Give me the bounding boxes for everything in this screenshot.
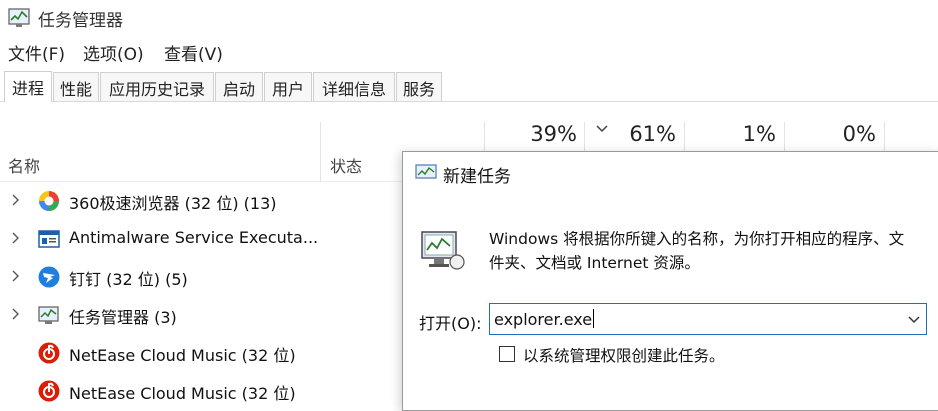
browser-360-icon bbox=[39, 191, 59, 211]
tab-app-history[interactable]: 应用历史记录 bbox=[100, 72, 214, 102]
column-divider bbox=[320, 122, 321, 182]
menu-bar: 文件(F) 选项(O) 查看(V) bbox=[0, 38, 938, 66]
process-name: Antimalware Service Executa... bbox=[69, 228, 319, 247]
chevron-right-icon[interactable] bbox=[10, 308, 20, 320]
chevron-down-icon bbox=[596, 125, 608, 133]
process-row[interactable]: 钉钉 (32 位) (5) bbox=[0, 258, 400, 296]
chevron-right-icon[interactable] bbox=[10, 270, 20, 282]
tab-performance[interactable]: 性能 bbox=[53, 72, 99, 102]
process-row[interactable]: Antimalware Service Executa... bbox=[0, 220, 400, 258]
tab-startup[interactable]: 启动 bbox=[215, 72, 263, 102]
disk-usage-header[interactable]: 1% bbox=[720, 122, 776, 146]
menu-options[interactable]: 选项(O) bbox=[83, 40, 144, 65]
netease-music-icon bbox=[38, 342, 60, 364]
menu-view[interactable]: 查看(V) bbox=[164, 40, 223, 65]
column-status[interactable]: 状态 bbox=[330, 153, 362, 177]
dialog-description: Windows 将根据你所键入的名称，为你打开相应的程序、文件夹、文档或 Int… bbox=[489, 230, 905, 272]
process-name: 钉钉 (32 位) (5) bbox=[69, 270, 188, 289]
memory-usage-header[interactable]: 61% bbox=[620, 122, 676, 146]
text-caret bbox=[593, 309, 595, 328]
network-usage-header[interactable]: 0% bbox=[820, 122, 876, 146]
process-name: NetEase Cloud Music (32 位) bbox=[69, 384, 296, 403]
open-input[interactable]: explorer.exe bbox=[494, 309, 595, 329]
open-combobox[interactable]: explorer.exe bbox=[489, 303, 927, 335]
process-row[interactable]: NetEase Cloud Music (32 位) bbox=[0, 334, 400, 372]
chevron-right-icon[interactable] bbox=[10, 194, 20, 206]
open-input-value: explorer.exe bbox=[494, 310, 593, 329]
admin-checkbox[interactable] bbox=[499, 346, 515, 362]
tab-services[interactable]: 服务 bbox=[396, 72, 442, 102]
tab-bar: 进程 性能 应用历史记录 启动 用户 详细信息 服务 bbox=[0, 71, 938, 102]
netease-music-icon bbox=[38, 380, 60, 402]
process-row[interactable]: NetEase Cloud Music (32 位) bbox=[0, 372, 400, 410]
title-bar: 任务管理器 bbox=[0, 0, 938, 36]
admin-checkbox-label[interactable]: 以系统管理权限创建此任务。 bbox=[523, 344, 725, 366]
run-icon bbox=[421, 231, 465, 270]
dingtalk-icon bbox=[38, 266, 60, 288]
cpu-usage-header[interactable]: 39% bbox=[522, 122, 577, 146]
process-name: NetEase Cloud Music (32 位) bbox=[69, 346, 296, 365]
task-manager-icon bbox=[38, 306, 59, 324]
process-row[interactable]: 360极速浏览器 (32 位) (13) bbox=[0, 182, 400, 220]
tab-details[interactable]: 详细信息 bbox=[313, 72, 395, 102]
tab-processes[interactable]: 进程 bbox=[4, 71, 52, 102]
chevron-down-icon[interactable] bbox=[908, 315, 920, 324]
tab-users[interactable]: 用户 bbox=[264, 72, 312, 102]
task-manager-icon bbox=[8, 8, 30, 27]
antimalware-icon bbox=[38, 230, 60, 248]
dialog-title: 新建任务 bbox=[443, 167, 511, 187]
chevron-right-icon[interactable] bbox=[10, 232, 20, 244]
process-row[interactable]: 任务管理器 (3) bbox=[0, 296, 400, 334]
process-name: 360极速浏览器 (32 位) (13) bbox=[69, 194, 277, 213]
window-title: 任务管理器 bbox=[38, 11, 123, 31]
task-manager-icon bbox=[415, 164, 437, 179]
menu-file[interactable]: 文件(F) bbox=[8, 40, 65, 65]
open-label: 打开(O): bbox=[419, 314, 482, 333]
column-name[interactable]: 名称 bbox=[8, 153, 40, 177]
new-task-dialog: 新建任务 Windows 将根据你所键入的名称，为你打开相应的程序、文件夹、文档… bbox=[402, 151, 938, 411]
process-name: 任务管理器 (3) bbox=[69, 308, 177, 327]
